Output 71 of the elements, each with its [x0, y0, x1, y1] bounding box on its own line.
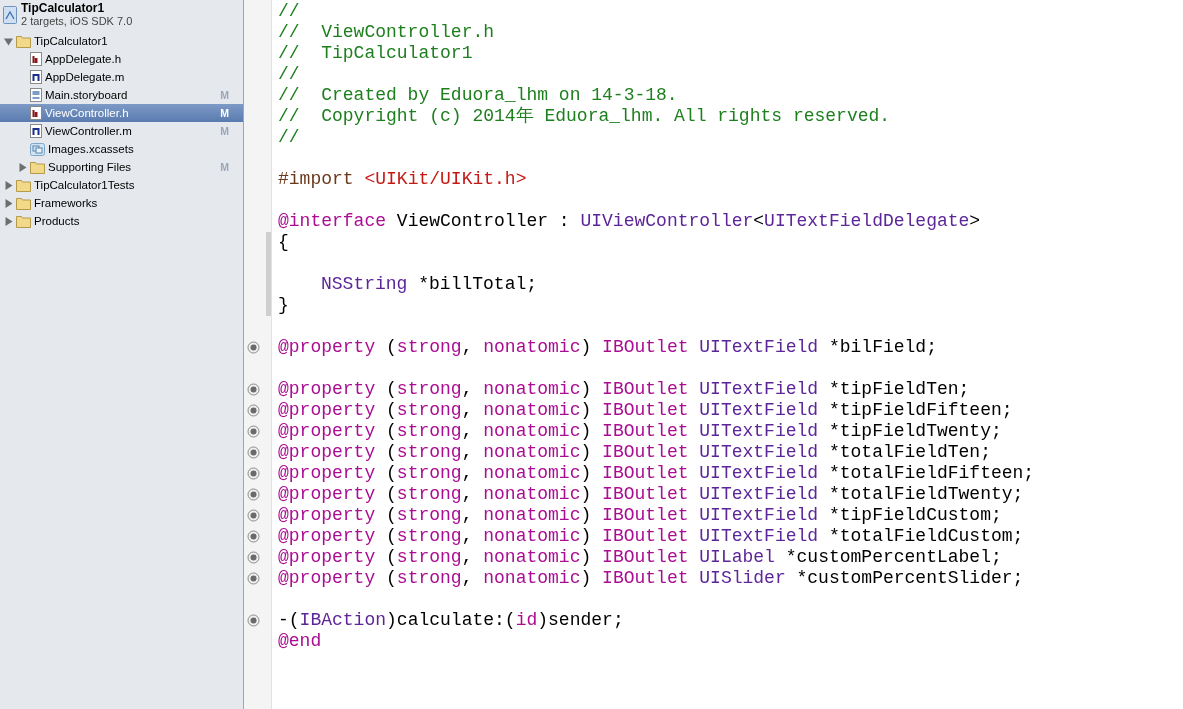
code-line: // Copyright (c) 2014年 Eduora_lhm. All rights reserved. [278, 106, 892, 127]
navigator-item[interactable]: Frameworks [0, 194, 243, 212]
navigator-item[interactable]: AppDelegate.h [0, 50, 243, 68]
navigator-item[interactable]: Images.xcassets [0, 140, 243, 158]
code-line: // ViewController.h [278, 22, 496, 43]
outlet-connection-icon[interactable] [247, 341, 260, 354]
code-line: // [278, 1, 301, 22]
navigator-item[interactable]: ViewController.m M [0, 122, 243, 140]
outlet-connection-icon[interactable] [247, 572, 260, 585]
navigator-item[interactable]: TipCalculator1 [0, 32, 243, 50]
status-label: M [220, 107, 229, 119]
outlet-connection-icon[interactable] [247, 488, 260, 501]
outlet-connection-icon[interactable] [247, 446, 260, 459]
code-line: @property (strong, nonatomic) IBOutlet UITextField *tipFieldTen; [278, 379, 971, 400]
source-file-icon [30, 70, 42, 84]
code-line: @property (strong, nonatomic) IBOutlet UISlider *customPercentSlider; [278, 568, 1025, 589]
outlet-connection-icon[interactable] [247, 530, 260, 543]
status-label: M [220, 125, 229, 137]
code-line: @property (strong, nonatomic) IBOutlet UITextField *tipFieldFifteen; [278, 400, 1014, 421]
code-line: // [278, 64, 301, 85]
code-line: // TipCalculator1 [278, 43, 474, 64]
outlet-connection-icon[interactable] [247, 551, 260, 564]
source-file-icon [30, 124, 42, 138]
disclosure-triangle-icon[interactable] [18, 162, 27, 172]
code-line: -(IBAction)calculate:(id)sender; [278, 610, 625, 631]
code-line: @interface ViewController : UIViewController<UITextFieldDelegate> [278, 211, 982, 232]
code-line: @property (strong, nonatomic) IBOutlet UITextField *totalFieldTen; [278, 442, 992, 463]
navigator-item[interactable]: Main.storyboard M [0, 86, 243, 104]
code-line: @end [278, 631, 323, 652]
code-line: @property (strong, nonatomic) IBOutlet UITextField *totalFieldCustom; [278, 526, 1025, 547]
code-line: @property (strong, nonatomic) IBOutlet UITextField *tipFieldTwenty; [278, 421, 1003, 442]
code-line: { [278, 232, 290, 253]
code-line: // Created by Eduora_lhm on 14-3-18. [278, 85, 679, 106]
folder-icon [30, 160, 45, 174]
code-line: #import <UIKit/UIKit.h> [278, 169, 528, 190]
asset-catalog-icon [30, 142, 45, 156]
header-file-icon [30, 52, 42, 66]
folder-icon [16, 214, 31, 228]
navigator-item[interactable]: ViewController.h M [0, 104, 243, 122]
outlet-connection-icon[interactable] [247, 425, 260, 438]
code-line: @property (strong, nonatomic) IBOutlet UILabel *customPercentLabel; [278, 547, 1003, 568]
code-line: } [278, 295, 290, 316]
code-line: NSString *billTotal; [320, 274, 539, 295]
folder-icon [16, 178, 31, 192]
code-line: @property (strong, nonatomic) IBOutlet UITextField *totalFieldFifteen; [278, 463, 1036, 484]
folder-icon [16, 34, 31, 48]
outlet-connection-icon[interactable] [247, 509, 260, 522]
disclosure-triangle-icon[interactable] [4, 216, 13, 226]
disclosure-triangle-icon[interactable] [4, 180, 13, 190]
status-label: M [220, 161, 229, 173]
outlet-connection-icon[interactable] [247, 614, 260, 627]
navigator-item[interactable]: Supporting Files M [0, 158, 243, 176]
outlet-connection-icon[interactable] [247, 404, 260, 417]
code-line: // [278, 127, 301, 148]
outlet-connection-icon[interactable] [247, 383, 260, 396]
navigator-item[interactable]: AppDelegate.m [0, 68, 243, 86]
navigator-item[interactable]: Products [0, 212, 243, 230]
header-file-icon [30, 106, 42, 120]
storyboard-file-icon [30, 88, 42, 102]
folder-icon [16, 196, 31, 210]
disclosure-triangle-icon[interactable] [4, 198, 13, 208]
outlet-connection-icon[interactable] [247, 467, 260, 480]
navigator-item[interactable]: TipCalculator1Tests [0, 176, 243, 194]
project-subtitle: 2 targets, iOS SDK 7.0 [21, 15, 133, 28]
disclosure-triangle-icon[interactable] [4, 36, 13, 46]
code-line: @property (strong, nonatomic) IBOutlet UITextField *totalFieldTwenty; [278, 484, 1025, 505]
status-label: M [220, 89, 229, 101]
project-name[interactable]: TipCalculator1 [21, 1, 133, 15]
project-icon [3, 6, 17, 24]
code-line: @property (strong, nonatomic) IBOutlet UITextField *tipFieldCustom; [278, 505, 1003, 526]
code-line: @property (strong, nonatomic) IBOutlet UITextField *bilField; [278, 337, 938, 358]
